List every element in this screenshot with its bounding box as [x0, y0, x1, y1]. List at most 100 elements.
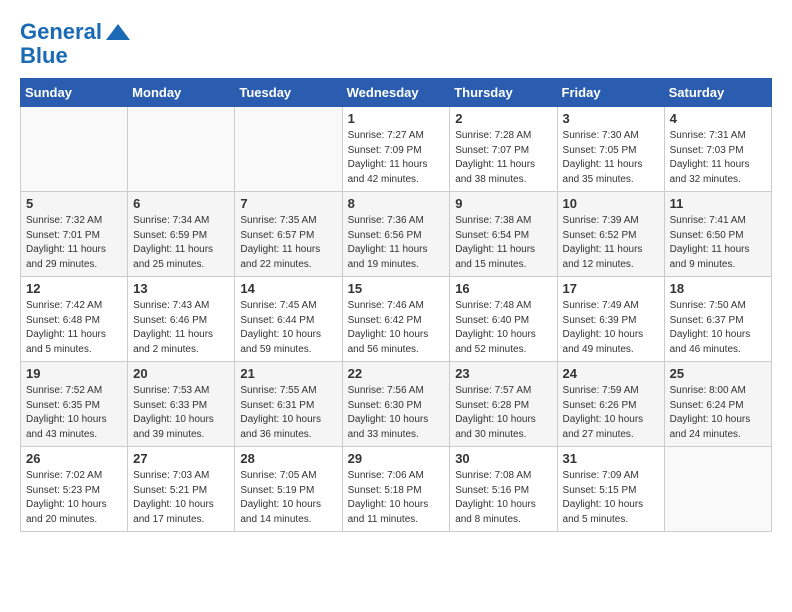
calendar-week-2: 5 Sunrise: 7:32 AMSunset: 7:01 PMDaylight… — [21, 192, 772, 277]
calendar-cell: 21 Sunrise: 7:55 AMSunset: 6:31 PMDayligh… — [235, 362, 342, 447]
day-info: Sunrise: 7:59 AMSunset: 6:26 PMDaylight:… — [563, 384, 659, 442]
weekday-header-wednesday: Wednesday — [342, 79, 450, 107]
calendar-cell: 18 Sunrise: 7:50 AMSunset: 6:37 PMDayligh… — [664, 277, 771, 362]
calendar-cell: 16 Sunrise: 7:48 AMSunset: 6:40 PMDayligh… — [450, 277, 557, 362]
day-info: Sunrise: 7:50 AMSunset: 6:37 PMDaylight:… — [670, 299, 766, 357]
calendar-cell: 25Sunrise: 8:00 AMSunset: 6:24 PMDayligh… — [664, 362, 771, 447]
day-number: 24 — [563, 366, 659, 381]
calendar-cell: 29 Sunrise: 7:06 AMSunset: 5:18 PMDayligh… — [342, 447, 450, 532]
day-info: Sunrise: 7:56 AMSunset: 6:30 PMDaylight:… — [348, 384, 445, 442]
day-number: 5 — [26, 196, 122, 211]
day-number: 6 — [133, 196, 229, 211]
day-info: Sunrise: 7:39 AMSunset: 6:52 PMDaylight:… — [563, 214, 659, 272]
day-info: Sunrise: 7:36 AMSunset: 6:56 PMDaylight:… — [348, 214, 445, 272]
day-number: 7 — [240, 196, 336, 211]
day-info: Sunrise: 7:43 AMSunset: 6:46 PMDaylight:… — [133, 299, 229, 357]
day-number: 21 — [240, 366, 336, 381]
day-info: Sunrise: 7:38 AMSunset: 6:54 PMDaylight:… — [455, 214, 551, 272]
day-info: Sunrise: 7:03 AMSunset: 5:21 PMDaylight:… — [133, 469, 229, 527]
calendar-cell: 7 Sunrise: 7:35 AMSunset: 6:57 PMDaylight… — [235, 192, 342, 277]
day-info: Sunrise: 7:46 AMSunset: 6:42 PMDaylight:… — [348, 299, 445, 357]
logo: General Blue — [20, 20, 132, 68]
day-info: Sunrise: 7:52 AMSunset: 6:35 PMDaylight:… — [26, 384, 122, 442]
calendar-cell — [664, 447, 771, 532]
day-info: Sunrise: 7:35 AMSunset: 6:57 PMDaylight:… — [240, 214, 336, 272]
day-number: 17 — [563, 281, 659, 296]
logo-text: General Blue — [20, 20, 132, 68]
calendar-cell: 10 Sunrise: 7:39 AMSunset: 6:52 PMDayligh… — [557, 192, 664, 277]
day-info: Sunrise: 7:06 AMSunset: 5:18 PMDaylight:… — [348, 469, 445, 527]
weekday-header-friday: Friday — [557, 79, 664, 107]
calendar-cell: 2 Sunrise: 7:28 AMSunset: 7:07 PMDaylight… — [450, 107, 557, 192]
calendar-cell: 20Sunrise: 7:53 AMSunset: 6:33 PMDayligh… — [128, 362, 235, 447]
day-number: 30 — [455, 451, 551, 466]
day-number: 12 — [26, 281, 122, 296]
day-number: 15 — [348, 281, 445, 296]
calendar-week-1: 1Sunrise: 7:27 AMSunset: 7:09 PMDaylight… — [21, 107, 772, 192]
calendar-cell: 19 Sunrise: 7:52 AMSunset: 6:35 PMDayligh… — [21, 362, 128, 447]
calendar-cell: 5 Sunrise: 7:32 AMSunset: 7:01 PMDaylight… — [21, 192, 128, 277]
page-header: General Blue — [20, 20, 772, 68]
day-info: Sunrise: 7:28 AMSunset: 7:07 PMDaylight:… — [455, 129, 551, 187]
day-info: Sunrise: 7:08 AMSunset: 5:16 PMDaylight:… — [455, 469, 551, 527]
calendar-table: SundayMondayTuesdayWednesdayThursdayFrid… — [20, 78, 772, 532]
calendar-cell: 14 Sunrise: 7:45 AMSunset: 6:44 PMDayligh… — [235, 277, 342, 362]
calendar-cell: 12 Sunrise: 7:42 AMSunset: 6:48 PMDayligh… — [21, 277, 128, 362]
weekday-header-tuesday: Tuesday — [235, 79, 342, 107]
day-info: Sunrise: 7:05 AMSunset: 5:19 PMDaylight:… — [240, 469, 336, 527]
day-number: 20 — [133, 366, 229, 381]
calendar-cell: 9 Sunrise: 7:38 AMSunset: 6:54 PMDaylight… — [450, 192, 557, 277]
weekday-header-monday: Monday — [128, 79, 235, 107]
day-info: Sunrise: 7:34 AMSunset: 6:59 PMDaylight:… — [133, 214, 229, 272]
day-number: 1 — [348, 111, 445, 126]
calendar-cell: 31 Sunrise: 7:09 AMSunset: 5:15 PMDayligh… — [557, 447, 664, 532]
calendar-cell: 11 Sunrise: 7:41 AMSunset: 6:50 PMDayligh… — [664, 192, 771, 277]
day-number: 11 — [670, 196, 766, 211]
calendar-cell: 23Sunrise: 7:57 AMSunset: 6:28 PMDayligh… — [450, 362, 557, 447]
calendar-cell: 4 Sunrise: 7:31 AMSunset: 7:03 PMDaylight… — [664, 107, 771, 192]
calendar-cell: 6 Sunrise: 7:34 AMSunset: 6:59 PMDaylight… — [128, 192, 235, 277]
calendar-cell: 27 Sunrise: 7:03 AMSunset: 5:21 PMDayligh… — [128, 447, 235, 532]
day-number: 27 — [133, 451, 229, 466]
calendar-cell: 30 Sunrise: 7:08 AMSunset: 5:16 PMDayligh… — [450, 447, 557, 532]
calendar-cell — [21, 107, 128, 192]
day-info: Sunrise: 7:31 AMSunset: 7:03 PMDaylight:… — [670, 129, 766, 187]
calendar-cell: 15 Sunrise: 7:46 AMSunset: 6:42 PMDayligh… — [342, 277, 450, 362]
day-number: 10 — [563, 196, 659, 211]
calendar-cell: 8Sunrise: 7:36 AMSunset: 6:56 PMDaylight… — [342, 192, 450, 277]
day-number: 14 — [240, 281, 336, 296]
calendar-cell: 3 Sunrise: 7:30 AMSunset: 7:05 PMDaylight… — [557, 107, 664, 192]
day-number: 28 — [240, 451, 336, 466]
day-info: Sunrise: 7:45 AMSunset: 6:44 PMDaylight:… — [240, 299, 336, 357]
calendar-cell: 1Sunrise: 7:27 AMSunset: 7:09 PMDaylight… — [342, 107, 450, 192]
day-number: 26 — [26, 451, 122, 466]
calendar-cell: 17 Sunrise: 7:49 AMSunset: 6:39 PMDayligh… — [557, 277, 664, 362]
day-info: Sunrise: 7:48 AMSunset: 6:40 PMDaylight:… — [455, 299, 551, 357]
calendar-week-4: 19 Sunrise: 7:52 AMSunset: 6:35 PMDayligh… — [21, 362, 772, 447]
logo-icon — [104, 22, 132, 44]
day-number: 29 — [348, 451, 445, 466]
day-info: Sunrise: 7:32 AMSunset: 7:01 PMDaylight:… — [26, 214, 122, 272]
day-number: 19 — [26, 366, 122, 381]
weekday-header-thursday: Thursday — [450, 79, 557, 107]
day-number: 4 — [670, 111, 766, 126]
day-info: Sunrise: 7:42 AMSunset: 6:48 PMDaylight:… — [26, 299, 122, 357]
day-number: 3 — [563, 111, 659, 126]
day-info: Sunrise: 7:55 AMSunset: 6:31 PMDaylight:… — [240, 384, 336, 442]
calendar-cell: 28 Sunrise: 7:05 AMSunset: 5:19 PMDayligh… — [235, 447, 342, 532]
day-number: 18 — [670, 281, 766, 296]
day-info: Sunrise: 8:00 AMSunset: 6:24 PMDaylight:… — [670, 384, 766, 442]
day-number: 31 — [563, 451, 659, 466]
weekday-header-sunday: Sunday — [21, 79, 128, 107]
day-info: Sunrise: 7:09 AMSunset: 5:15 PMDaylight:… — [563, 469, 659, 527]
day-number: 2 — [455, 111, 551, 126]
day-info: Sunrise: 7:30 AMSunset: 7:05 PMDaylight:… — [563, 129, 659, 187]
calendar-cell: 22Sunrise: 7:56 AMSunset: 6:30 PMDayligh… — [342, 362, 450, 447]
day-info: Sunrise: 7:49 AMSunset: 6:39 PMDaylight:… — [563, 299, 659, 357]
calendar-week-3: 12 Sunrise: 7:42 AMSunset: 6:48 PMDayligh… — [21, 277, 772, 362]
day-number: 9 — [455, 196, 551, 211]
day-info: Sunrise: 7:02 AMSunset: 5:23 PMDaylight:… — [26, 469, 122, 527]
day-number: 16 — [455, 281, 551, 296]
calendar-cell: 26 Sunrise: 7:02 AMSunset: 5:23 PMDayligh… — [21, 447, 128, 532]
day-info: Sunrise: 7:41 AMSunset: 6:50 PMDaylight:… — [670, 214, 766, 272]
